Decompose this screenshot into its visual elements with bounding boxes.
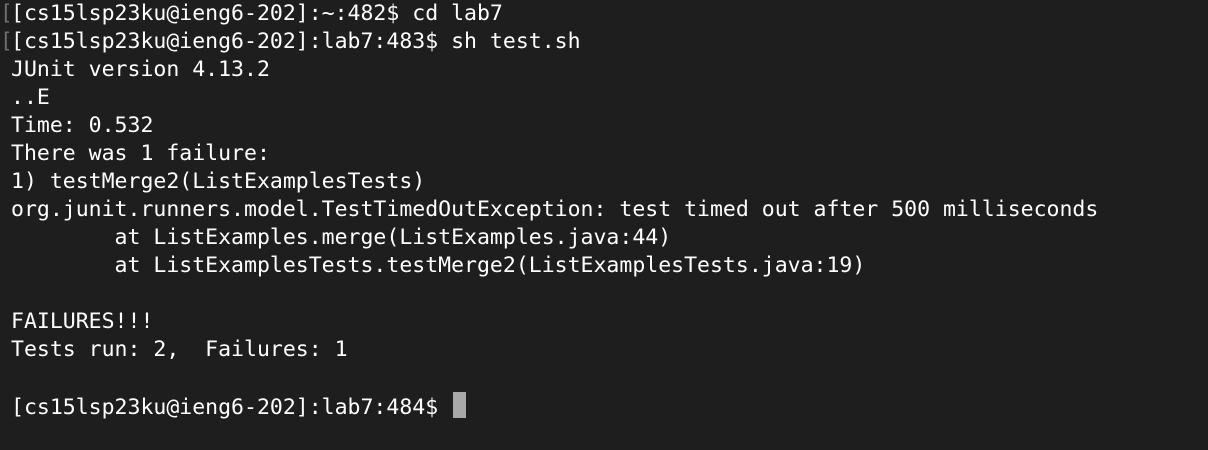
command-mark-icon: [ <box>0 3 9 25</box>
prompt-text: [cs15lsp23ku@ieng6-202]:lab7:484$ <box>11 395 452 420</box>
output-line-exception: org.junit.runners.model.TestTimedOutExce… <box>11 197 1099 222</box>
output-line-failure-count: There was 1 failure: <box>11 141 270 166</box>
output-line-failures-banner: FAILURES!!! <box>11 309 154 334</box>
output-line-progress: ..E <box>11 85 50 110</box>
output-line-failed-test: 1) testMerge2(ListExamplesTests) <box>11 169 426 194</box>
terminal-window[interactable]: [ [ [cs15lsp23ku@ieng6-202]:~:482$ cd la… <box>0 0 1208 450</box>
output-line-stack-frame: at ListExamples.merge(ListExamples.java:… <box>11 225 672 250</box>
prompt-line-current[interactable]: [cs15lsp23ku@ieng6-202]:lab7:484$ <box>11 392 467 420</box>
output-line-stack-frame: at ListExamplesTests.testMerge2(ListExam… <box>11 253 866 278</box>
prompt-line-test: [cs15lsp23ku@ieng6-202]:lab7:483$ sh tes… <box>11 29 581 54</box>
output-line-junit-version: JUnit version 4.13.2 <box>11 57 270 82</box>
output-line-time: Time: 0.532 <box>11 113 154 138</box>
output-line-summary: Tests run: 2, Failures: 1 <box>11 337 348 362</box>
command-mark-icon: [ <box>0 31 9 53</box>
text-cursor <box>453 392 467 418</box>
prompt-line-cd: [cs15lsp23ku@ieng6-202]:~:482$ cd lab7 <box>11 1 503 26</box>
